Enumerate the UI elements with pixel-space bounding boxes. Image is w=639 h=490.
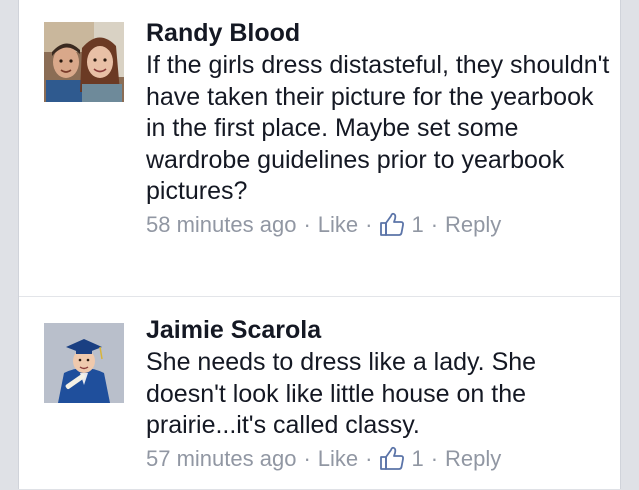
like-count[interactable]: 1 — [411, 444, 423, 474]
avatar[interactable] — [44, 323, 124, 403]
comment-author[interactable]: Randy Blood — [146, 16, 616, 50]
comment-text: She needs to dress like a lady. She does… — [146, 348, 537, 439]
thumbs-up-icon[interactable] — [379, 211, 405, 237]
comment-meta: 58 minutes ago · Like · 1 · Reply — [146, 210, 616, 240]
comment-body: Randy Blood If the girls dress distastef… — [146, 16, 616, 240]
meta-separator: · — [365, 211, 373, 237]
comment-author[interactable]: Jaimie Scarola — [146, 313, 616, 347]
comment-body: Jaimie Scarola She needs to dress like a… — [146, 313, 616, 474]
couple-photo-avatar-icon — [44, 22, 124, 102]
like-count[interactable]: 1 — [411, 210, 423, 240]
comment-timestamp[interactable]: 58 minutes ago — [146, 210, 296, 240]
reply-button[interactable]: Reply — [445, 444, 501, 474]
meta-separator: · — [365, 445, 373, 471]
like-button[interactable]: Like — [318, 444, 358, 474]
comment-text: If the girls dress distasteful, they sho… — [146, 51, 610, 205]
comment-item: Jaimie Scarola She needs to dress like a… — [19, 296, 620, 490]
meta-separator: · — [303, 445, 311, 471]
meta-separator: · — [430, 445, 439, 471]
meta-separator: · — [430, 211, 439, 237]
comment-feed: Randy Blood If the girls dress distastef… — [18, 0, 621, 489]
meta-separator: · — [303, 211, 311, 237]
like-button[interactable]: Like — [318, 210, 358, 240]
reply-button[interactable]: Reply — [445, 210, 501, 240]
comment-meta: 57 minutes ago · Like · 1 · Reply — [146, 444, 616, 474]
comment-timestamp[interactable]: 57 minutes ago — [146, 444, 296, 474]
avatar[interactable] — [44, 22, 124, 102]
thumbs-up-icon[interactable] — [379, 445, 405, 471]
comment-item: Randy Blood If the girls dress distastef… — [19, 0, 620, 296]
graduate-photo-avatar-icon — [44, 323, 124, 403]
